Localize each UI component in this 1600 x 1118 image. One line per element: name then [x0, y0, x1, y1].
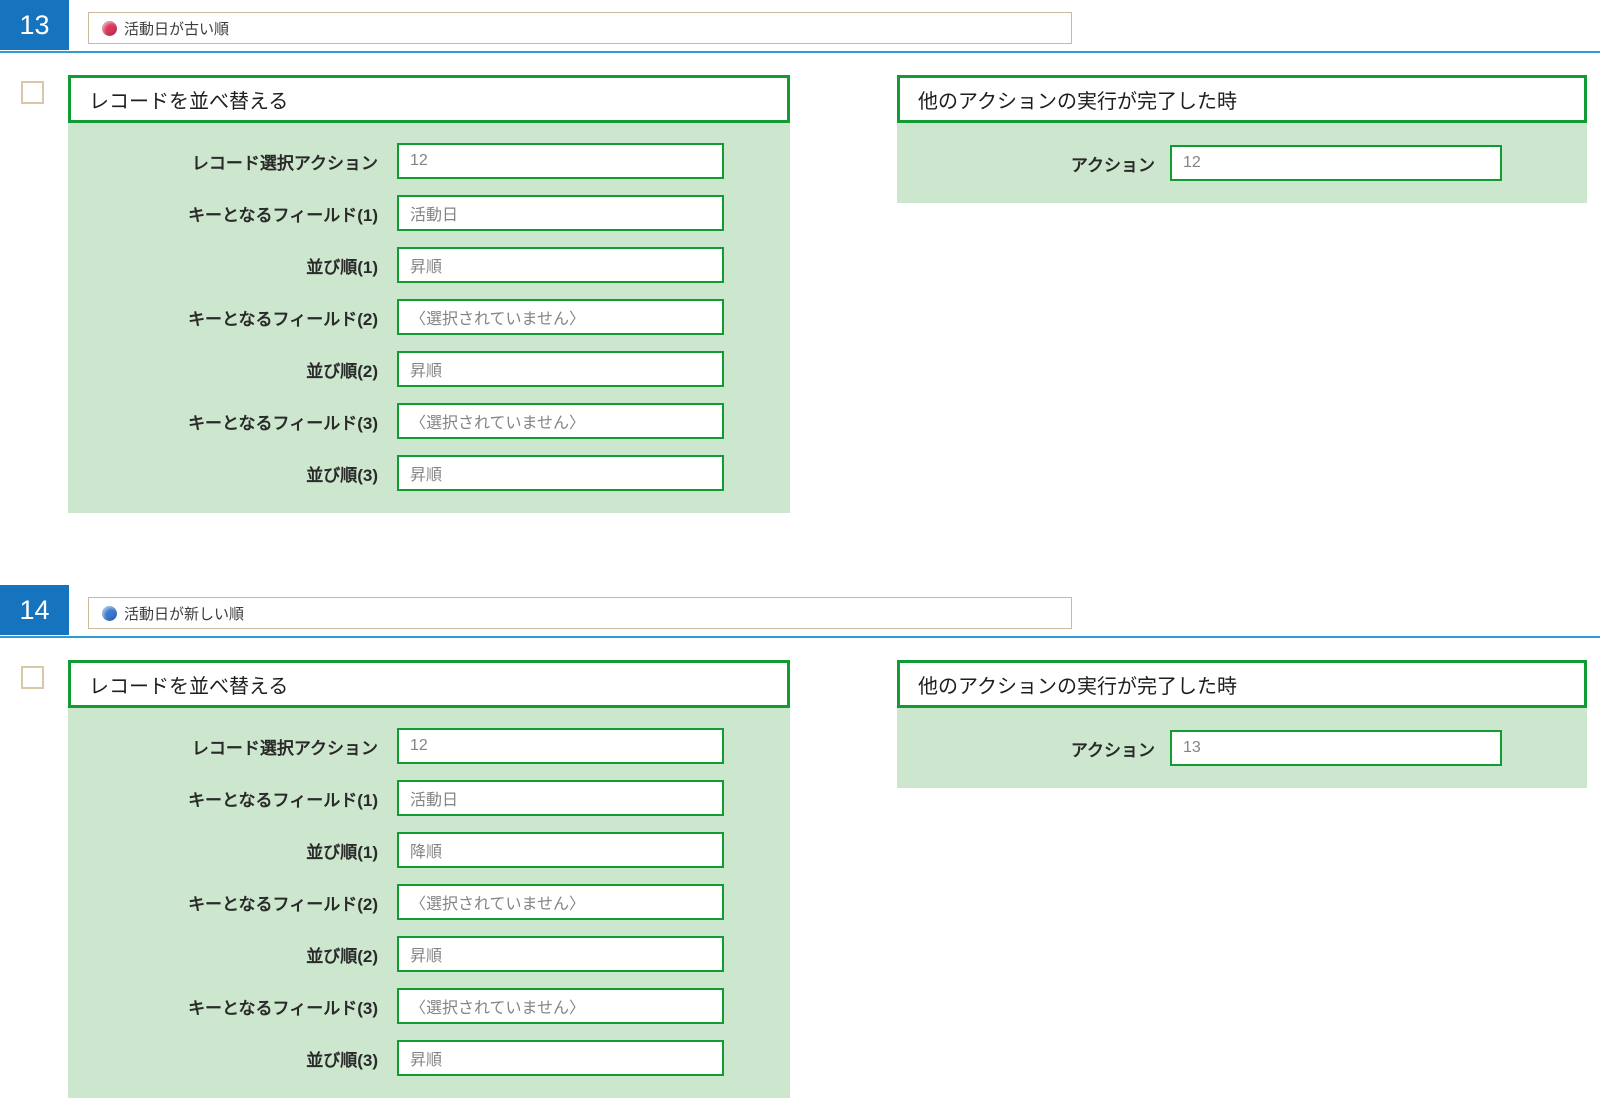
action-name-input[interactable]: 活動日が古い順	[88, 12, 1072, 44]
field-label: キーとなるフィールド(3)	[188, 998, 378, 1018]
trigger-panel-title: 他のアクションの実行が完了した時	[897, 75, 1587, 123]
field-label: 並び順(3)	[306, 1050, 378, 1070]
field-row: 並び順(2) 昇順	[68, 343, 790, 395]
field-label: 並び順(1)	[306, 257, 378, 277]
field-row: 並び順(1) 昇順	[68, 239, 790, 291]
field-label: アクション	[1070, 155, 1155, 175]
field-row: 並び順(3) 昇順	[68, 1032, 790, 1084]
field-row: レコード選択アクション 12	[68, 135, 790, 187]
action-name-text: 活動日が新しい順	[124, 605, 245, 623]
field-row: キーとなるフィールド(1) 活動日	[68, 187, 790, 239]
field-row: 並び順(2) 昇順	[68, 928, 790, 980]
action-number-badge: 14	[0, 585, 69, 635]
field-value-select[interactable]: 昇順	[397, 1040, 724, 1076]
field-label: レコード選択アクション	[191, 153, 378, 173]
field-label: 並び順(3)	[306, 465, 378, 485]
field-label: 並び順(1)	[306, 842, 378, 862]
action-config-panel: レコードを並べ替える レコード選択アクション 12 キーとなるフィールド(1) …	[68, 660, 790, 1098]
field-row: 並び順(1) 降順	[68, 824, 790, 876]
section-divider	[0, 51, 1600, 53]
action-panel-title: レコードを並べ替える	[68, 75, 790, 123]
section-divider	[0, 636, 1600, 638]
field-label: 並び順(2)	[306, 946, 378, 966]
field-row: キーとなるフィールド(1) 活動日	[68, 772, 790, 824]
action-block-14: 14 活動日が新しい順 レコードを並べ替える レコード選択アクション 12 キー…	[0, 585, 1600, 1118]
trigger-panel-body: アクション 13	[897, 708, 1587, 788]
field-value-select[interactable]: 12	[397, 728, 724, 764]
field-label: アクション	[1070, 740, 1155, 760]
trigger-panel-body: アクション 12	[897, 123, 1587, 203]
action-name-text: 活動日が古い順	[124, 20, 230, 38]
field-value-select[interactable]: 昇順	[397, 351, 724, 387]
field-value-select[interactable]: 〈選択されていません〉	[397, 884, 724, 920]
field-label: キーとなるフィールド(3)	[188, 413, 378, 433]
field-value-select[interactable]: 12	[1170, 145, 1502, 181]
field-value-select[interactable]: 〈選択されていません〉	[397, 403, 724, 439]
field-value-select[interactable]: 昇順	[397, 936, 724, 972]
status-dot-icon	[102, 605, 117, 621]
field-row: キーとなるフィールド(3) 〈選択されていません〉	[68, 395, 790, 447]
status-dot-icon	[102, 20, 117, 36]
trigger-config-panel: 他のアクションの実行が完了した時 アクション 12	[897, 75, 1587, 203]
field-value-select[interactable]: 活動日	[397, 195, 724, 231]
field-label: キーとなるフィールド(1)	[188, 790, 378, 810]
action-select-checkbox[interactable]	[21, 666, 44, 689]
field-row: キーとなるフィールド(2) 〈選択されていません〉	[68, 291, 790, 343]
field-value-select[interactable]: 昇順	[397, 247, 724, 283]
field-row: レコード選択アクション 12	[68, 720, 790, 772]
field-row: キーとなるフィールド(2) 〈選択されていません〉	[68, 876, 790, 928]
action-select-checkbox[interactable]	[21, 81, 44, 104]
trigger-config-panel: 他のアクションの実行が完了した時 アクション 13	[897, 660, 1587, 788]
action-number-badge: 13	[0, 0, 69, 50]
trigger-panel-title: 他のアクションの実行が完了した時	[897, 660, 1587, 708]
workflow-editor-page: 13 活動日が古い順 レコードを並べ替える レコード選択アクション 12 キーと…	[0, 0, 1600, 1118]
action-config-panel: レコードを並べ替える レコード選択アクション 12 キーとなるフィールド(1) …	[68, 75, 790, 513]
field-label: キーとなるフィールド(2)	[188, 309, 378, 329]
field-value-select[interactable]: 13	[1170, 730, 1502, 766]
field-label: 並び順(2)	[306, 361, 378, 381]
field-row: キーとなるフィールド(3) 〈選択されていません〉	[68, 980, 790, 1032]
action-panel-body: レコード選択アクション 12 キーとなるフィールド(1) 活動日 並び順(1) …	[68, 708, 790, 1098]
field-value-select[interactable]: 〈選択されていません〉	[397, 299, 724, 335]
field-value-select[interactable]: 活動日	[397, 780, 724, 816]
field-value-select[interactable]: 〈選択されていません〉	[397, 988, 724, 1024]
action-block-13: 13 活動日が古い順 レコードを並べ替える レコード選択アクション 12 キーと…	[0, 0, 1600, 585]
field-value-select[interactable]: 昇順	[397, 455, 724, 491]
field-label: キーとなるフィールド(2)	[188, 894, 378, 914]
field-value-select[interactable]: 降順	[397, 832, 724, 868]
field-label: キーとなるフィールド(1)	[188, 205, 378, 225]
field-value-select[interactable]: 12	[397, 143, 724, 179]
action-panel-title: レコードを並べ替える	[68, 660, 790, 708]
field-row: アクション 12	[897, 137, 1587, 189]
field-row: アクション 13	[897, 722, 1587, 774]
action-name-input[interactable]: 活動日が新しい順	[88, 597, 1072, 629]
field-row: 並び順(3) 昇順	[68, 447, 790, 499]
action-panel-body: レコード選択アクション 12 キーとなるフィールド(1) 活動日 並び順(1) …	[68, 123, 790, 513]
field-label: レコード選択アクション	[191, 738, 378, 758]
